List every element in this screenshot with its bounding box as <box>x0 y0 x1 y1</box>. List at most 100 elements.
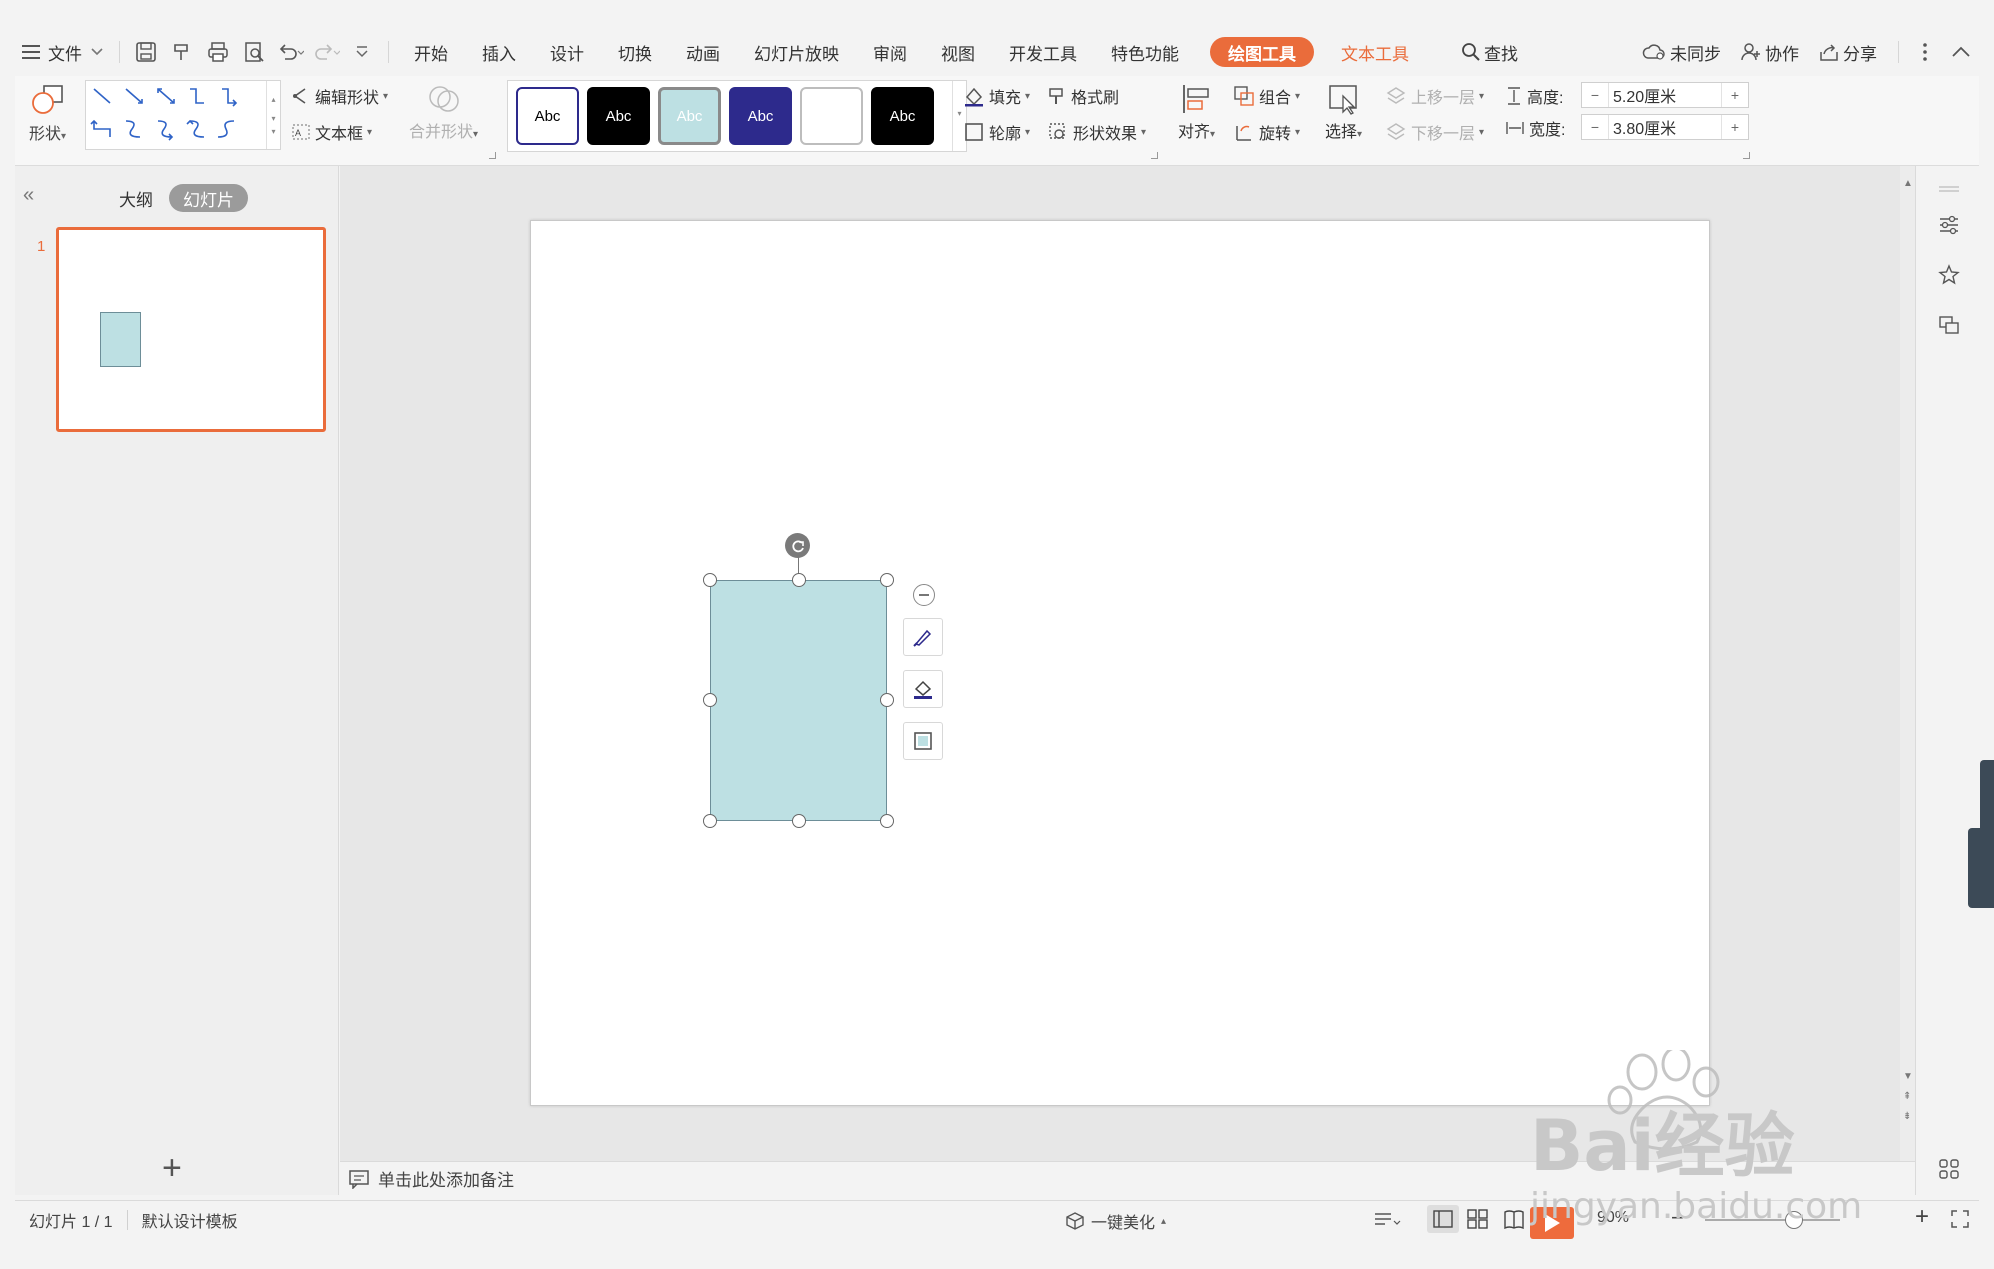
resize-handle-right[interactable] <box>880 693 894 707</box>
tab-insert[interactable]: 插入 <box>465 35 533 69</box>
slide-thumbnail[interactable] <box>56 227 326 432</box>
group-expander-icon[interactable] <box>1151 152 1158 159</box>
undo-icon[interactable] <box>272 35 308 69</box>
width-stepper[interactable]: − 3.80厘米 + <box>1581 114 1749 140</box>
width-increase-button[interactable]: + <box>1722 115 1748 139</box>
zoom-in-button[interactable]: + <box>1915 1203 1929 1231</box>
group-button[interactable]: 组合 ▾ <box>1233 84 1300 108</box>
resize-handle-top-left[interactable] <box>703 573 717 587</box>
height-input[interactable]: 5.20厘米 <box>1608 83 1722 107</box>
print-icon[interactable] <box>200 35 236 69</box>
collaborate-button[interactable]: 协作 <box>1734 35 1806 69</box>
tab-animations[interactable]: 动画 <box>669 35 737 69</box>
rotate-button[interactable]: 旋转 ▾ <box>1233 120 1300 144</box>
style-swatch[interactable]: Abc <box>587 87 650 145</box>
group-expander-icon[interactable] <box>1743 152 1750 159</box>
format-painter-button[interactable]: 格式刷 <box>1047 84 1119 108</box>
height-increase-button[interactable]: + <box>1722 83 1748 107</box>
canvas-vertical-scrollbar[interactable]: ▲ ▼ ⇞ ⇟ <box>1900 166 1915 1161</box>
add-slide-icon[interactable]: + <box>162 1151 182 1185</box>
style-swatch[interactable]: Abc <box>729 87 792 145</box>
tab-design[interactable]: 设计 <box>533 35 601 69</box>
tab-view[interactable]: 视图 <box>924 35 992 69</box>
redo-icon[interactable] <box>308 35 344 69</box>
tab-transitions[interactable]: 切换 <box>601 35 669 69</box>
resize-handle-top[interactable] <box>792 573 806 587</box>
resize-handle-top-right[interactable] <box>880 573 894 587</box>
panel-handle-icon[interactable] <box>1936 176 1962 202</box>
width-decrease-button[interactable]: − <box>1582 115 1608 139</box>
tab-text-tools[interactable]: 文本工具 <box>1324 35 1426 69</box>
tab-home[interactable]: 开始 <box>397 35 465 69</box>
height-stepper[interactable]: − 5.20厘米 + <box>1581 82 1749 108</box>
notes-bar[interactable]: 单击此处添加备注 <box>340 1161 1915 1195</box>
tab-slideshow[interactable]: 幻灯片放映 <box>737 35 856 69</box>
search-button[interactable]: 查找 <box>1454 35 1525 69</box>
notes-toggle-icon[interactable] <box>1373 1211 1401 1229</box>
tab-special-features[interactable]: 特色功能 <box>1094 35 1196 69</box>
align-button[interactable]: 对齐▾ <box>1178 82 1215 142</box>
style-swatch[interactable]: Abc <box>871 87 934 145</box>
tab-outline[interactable]: 大纲 <box>119 184 153 212</box>
zoom-out-button[interactable]: − <box>1671 1205 1684 1231</box>
beautify-button[interactable]: 一键美化 ▴ <box>1065 1209 1166 1233</box>
tab-drawing-tools[interactable]: 绘图工具 <box>1210 37 1314 67</box>
shape-style-gallery[interactable]: Abc Abc Abc Abc Abc ▾ <box>507 80 967 152</box>
bring-forward-button[interactable]: 上移一层 ▾ <box>1385 84 1484 108</box>
style-swatch[interactable]: Abc <box>516 87 579 145</box>
shape-effect-button[interactable]: 形状效果 ▾ <box>1047 120 1146 144</box>
select-button[interactable]: 选择▾ <box>1325 82 1362 142</box>
outline-button[interactable]: 轮廓 ▾ <box>963 120 1030 144</box>
slide-transition-icon[interactable] <box>1936 312 1962 338</box>
edit-shape-button[interactable]: 编辑形状 ▾ <box>291 84 388 108</box>
send-backward-button[interactable]: 下移一层 ▾ <box>1385 120 1484 144</box>
shape-gallery[interactable]: ▴ ▾ ▾ <box>85 80 281 150</box>
gallery-scrollbar[interactable]: ▴ ▾ ▾ <box>266 81 280 149</box>
merge-shape-button[interactable]: 合并形状▾ <box>409 82 478 142</box>
style-swatch[interactable] <box>800 87 863 145</box>
selected-rectangle-shape[interactable] <box>710 580 887 821</box>
fill-color-button[interactable] <box>903 670 943 708</box>
width-input[interactable]: 3.80厘米 <box>1608 115 1722 139</box>
side-widget-tab[interactable] <box>1968 828 1994 908</box>
normal-view-icon[interactable] <box>1427 1205 1459 1233</box>
style-swatch-selected[interactable]: Abc <box>658 87 721 145</box>
properties-icon[interactable] <box>1936 212 1962 238</box>
template-name[interactable]: 默认设计模板 <box>142 1208 238 1232</box>
slide-sorter-icon[interactable] <box>1467 1209 1489 1229</box>
tab-slides[interactable]: 幻灯片 <box>169 184 248 212</box>
minimize-toolbar-icon[interactable] <box>913 584 935 606</box>
more-options-icon[interactable] <box>1907 35 1943 69</box>
textbox-button[interactable]: A 文本框 ▾ <box>291 120 372 144</box>
file-menu[interactable]: 文件 <box>15 35 111 69</box>
save-icon[interactable] <box>128 35 164 69</box>
fill-button[interactable]: 填充 ▾ <box>963 84 1030 108</box>
group-expander-icon[interactable] <box>489 152 496 159</box>
format-painter-icon[interactable] <box>164 35 200 69</box>
collapse-ribbon-icon[interactable] <box>1943 35 1979 69</box>
sync-status-button[interactable]: 未同步 <box>1635 35 1728 69</box>
resize-handle-left[interactable] <box>703 693 717 707</box>
zoom-slider-handle[interactable] <box>1785 1211 1803 1229</box>
resize-handle-bottom-left[interactable] <box>703 814 717 828</box>
collapse-panel-icon[interactable]: « <box>23 184 34 207</box>
apps-grid-icon[interactable] <box>1936 1156 1962 1182</box>
reading-view-icon[interactable] <box>1503 1209 1525 1229</box>
height-decrease-button[interactable]: − <box>1582 83 1608 107</box>
shape-button[interactable]: 形状▾ <box>29 82 66 144</box>
resize-handle-bottom[interactable] <box>792 814 806 828</box>
share-button[interactable]: 分享 <box>1812 35 1884 69</box>
tab-review[interactable]: 审阅 <box>856 35 924 69</box>
tab-developer[interactable]: 开发工具 <box>992 35 1094 69</box>
style-brush-button[interactable] <box>903 618 943 656</box>
play-slideshow-button[interactable] <box>1530 1207 1574 1239</box>
slide-canvas[interactable] <box>530 220 1710 1106</box>
print-preview-icon[interactable] <box>236 35 272 69</box>
outline-style-button[interactable] <box>903 722 943 760</box>
resize-handle-bottom-right[interactable] <box>880 814 894 828</box>
animation-star-icon[interactable] <box>1936 262 1962 288</box>
zoom-level[interactable]: 90% <box>1597 1209 1629 1227</box>
zoom-slider-track[interactable] <box>1705 1219 1840 1221</box>
customize-toolbar-icon[interactable] <box>344 35 380 69</box>
fit-to-window-icon[interactable] <box>1950 1209 1970 1229</box>
